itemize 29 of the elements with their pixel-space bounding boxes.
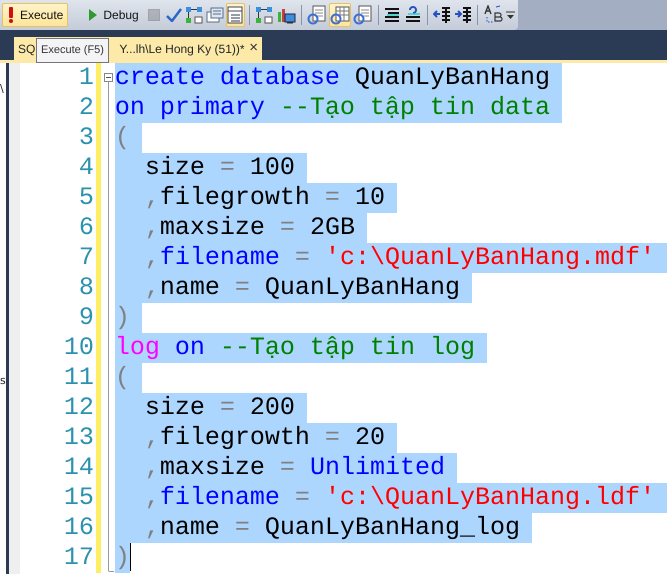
line-number: 16 (62, 513, 94, 543)
line-number: 14 (62, 453, 94, 483)
tab-title-end: Y...lh\Le Hong Ky (51))* (119, 41, 245, 58)
line-number: 11 (62, 363, 94, 393)
line-number: 4 (78, 153, 94, 183)
line-number: 12 (62, 393, 94, 423)
line-number: 13 (62, 423, 94, 453)
line-number: 5 (78, 183, 94, 213)
line-number: 3 (78, 123, 94, 153)
play-icon (88, 8, 98, 22)
tab-title-start: SQ (18, 41, 36, 58)
line-number: 6 (78, 213, 94, 243)
exclamation-icon (7, 7, 15, 23)
line-number: 7 (78, 243, 94, 273)
tooltip: Execute (F5) (36, 38, 109, 62)
line-number: 17 (62, 543, 94, 573)
line-number: 15 (62, 483, 94, 513)
splitter-bar[interactable] (6, 63, 10, 574)
line-number: 8 (78, 273, 94, 303)
panel-text-fragment: s (0, 372, 6, 388)
line-number: 2 (78, 93, 94, 123)
line-number: 10 (62, 333, 94, 363)
panel-text-fragment: \ (0, 81, 5, 97)
toolbar-button[interactable]: Execute (2, 3, 68, 27)
line-number: 9 (78, 303, 94, 333)
toolbar-button[interactable]: Debug (83, 3, 144, 27)
toolbar-button[interactable] (226, 3, 245, 27)
line-number: 1 (78, 63, 94, 93)
close-tab-button[interactable]: × (249, 40, 258, 60)
